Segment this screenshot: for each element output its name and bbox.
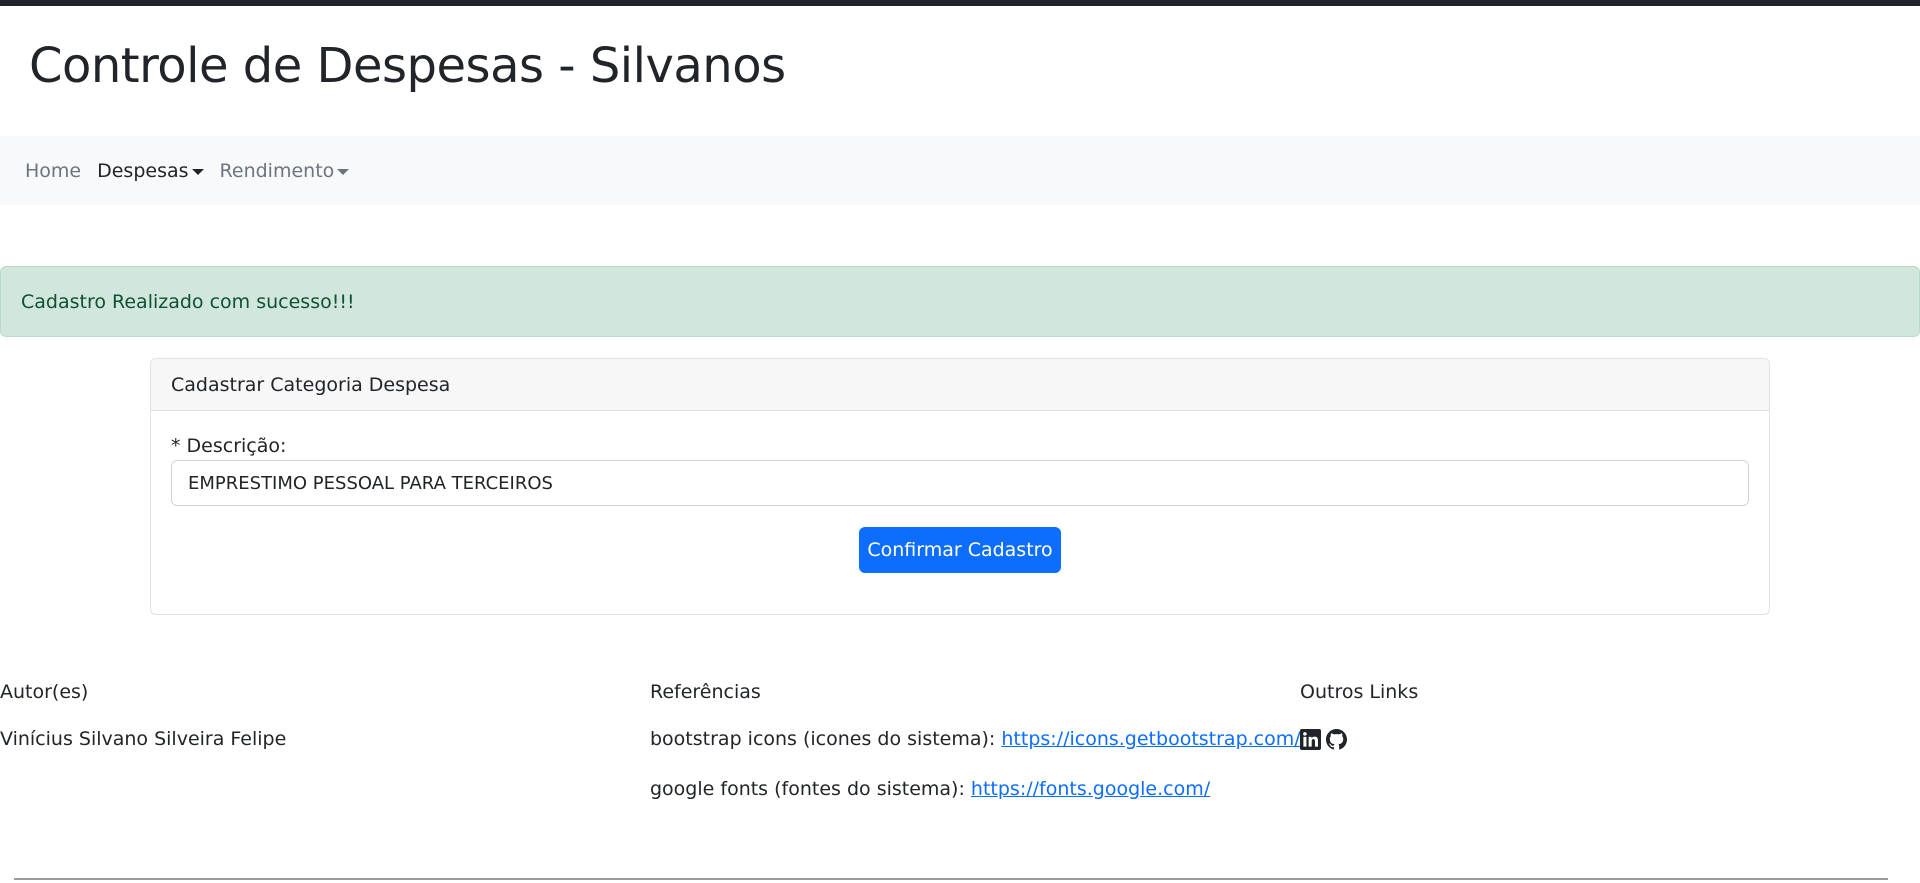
footer-references: Referências bootstrap icons (icones do s… (650, 670, 1301, 814)
navbar: Home Despesas Rendimento (0, 136, 1920, 205)
footer-divider (14, 878, 1888, 880)
google-fonts-link[interactable]: https://fonts.google.com/ (971, 778, 1210, 800)
linkedin-icon[interactable] (1300, 728, 1321, 750)
card-header: Cadastrar Categoria Despesa (151, 359, 1769, 411)
footer-links-heading: Outros Links (1300, 681, 1419, 703)
github-icon[interactable] (1326, 728, 1347, 750)
author-name: Vinícius Silvano Silveira Felipe (0, 728, 287, 750)
register-category-card: Cadastrar Categoria Despesa * Descrição:… (150, 358, 1770, 615)
nav-item-despesas-label: Despesas (97, 159, 189, 182)
reference-prefix: bootstrap icons (icones do sistema): (650, 728, 1002, 750)
nav-item-home-label: Home (25, 159, 82, 182)
page-title: Controle de Despesas - Silvanos (29, 38, 786, 94)
caret-down-icon (337, 168, 350, 175)
footer-other-links: Outros Links (1300, 670, 1418, 764)
caret-down-icon (191, 168, 204, 175)
top-bar (0, 0, 1920, 6)
card-title: Cadastrar Categoria Despesa (171, 373, 451, 396)
footer-authors-heading: Autor(es) (0, 681, 89, 703)
bootstrap-icons-link[interactable]: https://icons.getbootstrap.com/ (1001, 728, 1300, 750)
description-input[interactable] (171, 460, 1749, 506)
alert-message: Cadastro Realizado com sucesso!!! (21, 290, 355, 313)
success-alert: Cadastro Realizado com sucesso!!! (0, 266, 1920, 337)
confirm-register-button[interactable]: Confirmar Cadastro (859, 527, 1061, 573)
reference-item: bootstrap icons (icones do sistema): htt… (650, 714, 1301, 764)
footer-references-heading: Referências (650, 681, 761, 703)
footer-authors: Autor(es) Vinícius Silvano Silveira Feli… (0, 670, 286, 764)
nav-item-despesas[interactable]: Despesas (89, 160, 211, 182)
nav-item-rendimento[interactable]: Rendimento (212, 160, 358, 182)
description-label: * Descrição: (171, 435, 287, 457)
reference-prefix: google fonts (fontes do sistema): (650, 778, 971, 800)
nav-item-home[interactable]: Home (17, 160, 89, 182)
nav-item-rendimento-label: Rendimento (219, 159, 335, 182)
social-icons (1300, 714, 1418, 764)
reference-item: google fonts (fontes do sistema): https:… (650, 764, 1301, 814)
